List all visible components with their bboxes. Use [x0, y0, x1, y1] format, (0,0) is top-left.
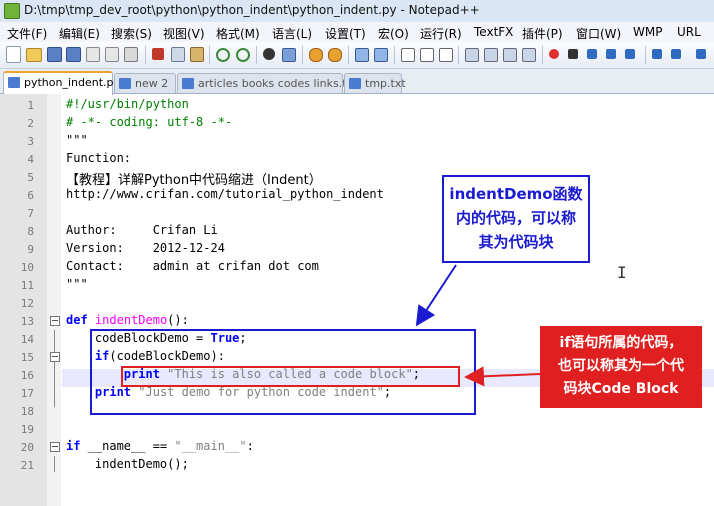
blue-arrow — [415, 264, 457, 327]
red-arrow — [464, 366, 541, 387]
ibeam-cursor-icon: I — [617, 263, 627, 282]
annotation-arrows — [415, 264, 541, 387]
